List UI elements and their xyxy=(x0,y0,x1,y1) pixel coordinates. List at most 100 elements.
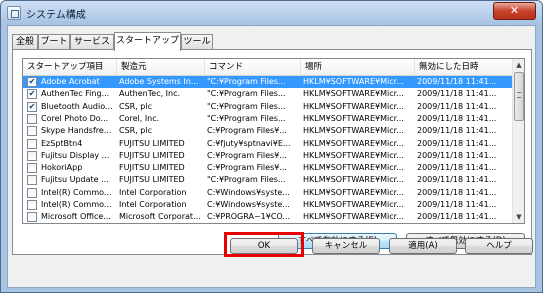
startup-items-list[interactable]: スタートアップ項目 製造元 コマンド 場所 無効にした日時 ✔ Adobe Acr… xyxy=(22,58,525,224)
startup-item-checkbox[interactable]: ✔ xyxy=(27,89,37,100)
cell-startup-item: Fujitsu Display ... xyxy=(23,150,117,162)
cell-date-disabled: 2009/11/18 11:41... xyxy=(417,113,497,123)
list-row[interactable]: Fujitsu Display ... FUJITSU LIMITED C:¥Pro… xyxy=(23,150,513,162)
cell-manufacturer: Intel Corporation xyxy=(119,200,187,209)
cell-date-disabled: 2009/11/18 11:41... xyxy=(417,200,497,209)
startup-item-name: EzSptBtn4 xyxy=(41,138,83,148)
scroll-up-arrow-icon[interactable]: ▲ xyxy=(513,59,524,71)
cell-location: HKLM¥SOFTWARE¥Micr... xyxy=(303,138,404,148)
list-row[interactable]: EzSptBtn4 FUJITSU LIMITED C:¥fjuty¥sptnavi… xyxy=(23,138,513,150)
scroll-down-arrow-icon[interactable]: ▼ xyxy=(513,211,524,223)
startup-item-checkbox[interactable]: ✔ xyxy=(27,77,37,87)
startup-item-name: Adobe Acrobat xyxy=(41,77,100,86)
startup-item-name: Intel(R) Commo... xyxy=(41,200,112,209)
cell-location: HKLM¥SOFTWARE¥Micr... xyxy=(301,76,415,89)
cell-manufacturer: CSR, plc xyxy=(119,126,153,136)
help-button[interactable]: ヘルプ xyxy=(465,238,533,254)
list-row[interactable]: Skype Handsfre... CSR, plc C:¥Program File… xyxy=(23,125,513,137)
grip-icon xyxy=(517,92,521,98)
startup-item-name: HokoriApp xyxy=(41,163,83,173)
cell-startup-item: Intel(R) Commo... xyxy=(23,199,117,211)
list-row[interactable]: ✔ Bluetooth Audio... CSR, plc "C:¥Program F… xyxy=(23,101,513,113)
list-row[interactable]: HokoriApp FUJITSU LIMITED C:¥Program Files… xyxy=(23,162,513,174)
cell-date-disabled: 2009/11/18 11:41... xyxy=(417,150,497,160)
startup-item-checkbox[interactable] xyxy=(27,163,37,174)
cell-manufacturer: FUJITSU LIMITED xyxy=(119,150,185,160)
cell-date-disabled: 2009/11/18 11:41... xyxy=(417,187,497,197)
column-header-manufacturer[interactable]: 製造元 xyxy=(117,59,205,76)
cell-startup-item: Skype Handsfre... xyxy=(23,125,117,137)
cell-manufacturer: Corel, Inc. xyxy=(119,113,160,123)
list-row[interactable]: Fujitsu Update ... FUJITSU LIMITED "C:¥Pro… xyxy=(23,174,513,186)
list-row[interactable]: Intel(R) Commo... Intel Corporation C:¥Win… xyxy=(23,187,513,199)
cell-manufacturer: FUJITSU LIMITED xyxy=(119,163,185,173)
startup-item-checkbox[interactable] xyxy=(27,113,37,124)
startup-item-checkbox[interactable] xyxy=(27,175,37,186)
list-row[interactable]: Intel(R) Commo... Intel Corporation C:¥Win… xyxy=(23,199,513,211)
cell-startup-item: Fujitsu Update ... xyxy=(23,174,117,186)
startup-item-name: Intel(R) Commo... xyxy=(41,187,112,197)
tab-general[interactable]: 全般 xyxy=(12,34,38,50)
tab-startup[interactable]: スタートアップ xyxy=(114,32,181,51)
startup-item-checkbox[interactable] xyxy=(27,150,37,161)
column-header-date-disabled[interactable]: 無効にした日時 xyxy=(415,59,513,76)
startup-item-name: Fujitsu Display ... xyxy=(41,150,110,160)
cancel-button[interactable]: キャンセル xyxy=(312,238,380,254)
cell-manufacturer: Intel Corporation xyxy=(119,187,187,197)
cell-startup-item: ✔ Bluetooth Audio... xyxy=(23,101,117,113)
cell-startup-item: ✔ Adobe Acrobat xyxy=(23,76,117,89)
cell-date-disabled: 2009/11/18 11:41... xyxy=(417,212,497,222)
startup-item-checkbox[interactable] xyxy=(27,138,37,149)
startup-item-checkbox[interactable]: ✔ xyxy=(27,101,37,112)
cell-command: C:¥Windows¥syste... xyxy=(207,187,290,197)
list-row[interactable]: Corel Photo Do... Corel, Inc. "C:¥Program … xyxy=(23,113,513,125)
cell-startup-item: Intel(R) Commo... xyxy=(23,187,117,199)
title-bar[interactable]: システム構成 ✕ xyxy=(1,1,542,25)
cell-startup-item: ✔ AuthenTec Fing... xyxy=(23,88,117,100)
startup-item-name: AuthenTec Fing... xyxy=(41,89,110,99)
startup-item-name: Bluetooth Audio... xyxy=(41,101,113,111)
cell-startup-item: HokoriApp xyxy=(23,162,117,174)
cell-manufacturer: Microsoft Corporat... xyxy=(119,212,201,222)
cell-startup-item: EzSptBtn4 xyxy=(23,138,117,150)
list-row[interactable]: ✔ Adobe Acrobat Adobe Systems In... "C:¥Pro… xyxy=(23,76,513,89)
cell-location: HKLM¥SOFTWARE¥Micr... xyxy=(303,212,404,222)
startup-item-checkbox[interactable] xyxy=(27,212,37,223)
cell-command: C:¥Program Files¥... xyxy=(207,150,287,160)
cell-command: "C:¥Program Files... xyxy=(207,101,286,111)
startup-item-name: Fujitsu Update ... xyxy=(41,175,109,185)
cell-command: C:¥PROGRA~1¥CO... xyxy=(207,212,291,222)
cell-location: HKLM¥SOFTWARE¥Micr... xyxy=(303,175,404,185)
cell-location: HKLM¥SOFTWARE¥Micr... xyxy=(303,126,404,136)
cell-command: C:¥fjuty¥sptnavi¥E... xyxy=(207,138,291,148)
cell-startup-item: Corel Photo Do... xyxy=(23,113,117,125)
startup-item-name: Microsoft Office... xyxy=(41,212,111,222)
startup-item-checkbox[interactable] xyxy=(27,187,37,198)
column-header-command[interactable]: コマンド xyxy=(205,59,301,76)
cell-date-disabled: 2009/11/18 11:41... xyxy=(417,126,497,136)
cell-command: "C:¥Program Files... xyxy=(205,76,301,89)
column-header-startup-item[interactable]: スタートアップ項目 xyxy=(23,59,117,76)
tab-services[interactable]: サービス xyxy=(70,34,114,50)
close-button[interactable]: ✕ xyxy=(493,2,536,20)
cell-location: HKLM¥SOFTWARE¥Micr... xyxy=(303,150,404,160)
cell-date-disabled: 2009/11/18 11:41... xyxy=(417,138,497,148)
column-header-location[interactable]: 場所 xyxy=(301,59,415,76)
cell-location: HKLM¥SOFTWARE¥Micr... xyxy=(303,113,404,123)
tab-boot[interactable]: ブート xyxy=(38,34,70,50)
cell-date-disabled: 2009/11/18 11:41... xyxy=(417,89,497,99)
cell-command: "C:¥Program Files... xyxy=(207,175,286,185)
startup-item-checkbox[interactable] xyxy=(27,200,37,210)
startup-item-name: Skype Handsfre... xyxy=(41,126,112,136)
cell-startup-item: Microsoft Office... xyxy=(23,211,117,223)
list-row[interactable]: ✔ AuthenTec Fing... AuthenTec, Inc. "C:¥Pro… xyxy=(23,88,513,100)
startup-item-checkbox[interactable] xyxy=(27,126,37,137)
scrollbar-thumb[interactable] xyxy=(514,72,524,121)
tab-tools[interactable]: ツール xyxy=(181,34,213,50)
vertical-scrollbar[interactable]: ▲ ▼ xyxy=(512,59,524,223)
cell-date-disabled: 2009/11/18 11:41... xyxy=(417,175,497,185)
apply-button[interactable]: 適用(A) xyxy=(389,238,457,254)
ok-highlight-frame xyxy=(224,232,304,257)
list-row[interactable]: Microsoft Office... Microsoft Corporat...… xyxy=(23,211,513,223)
cell-date-disabled: 2009/11/18 11:41... xyxy=(415,76,513,89)
